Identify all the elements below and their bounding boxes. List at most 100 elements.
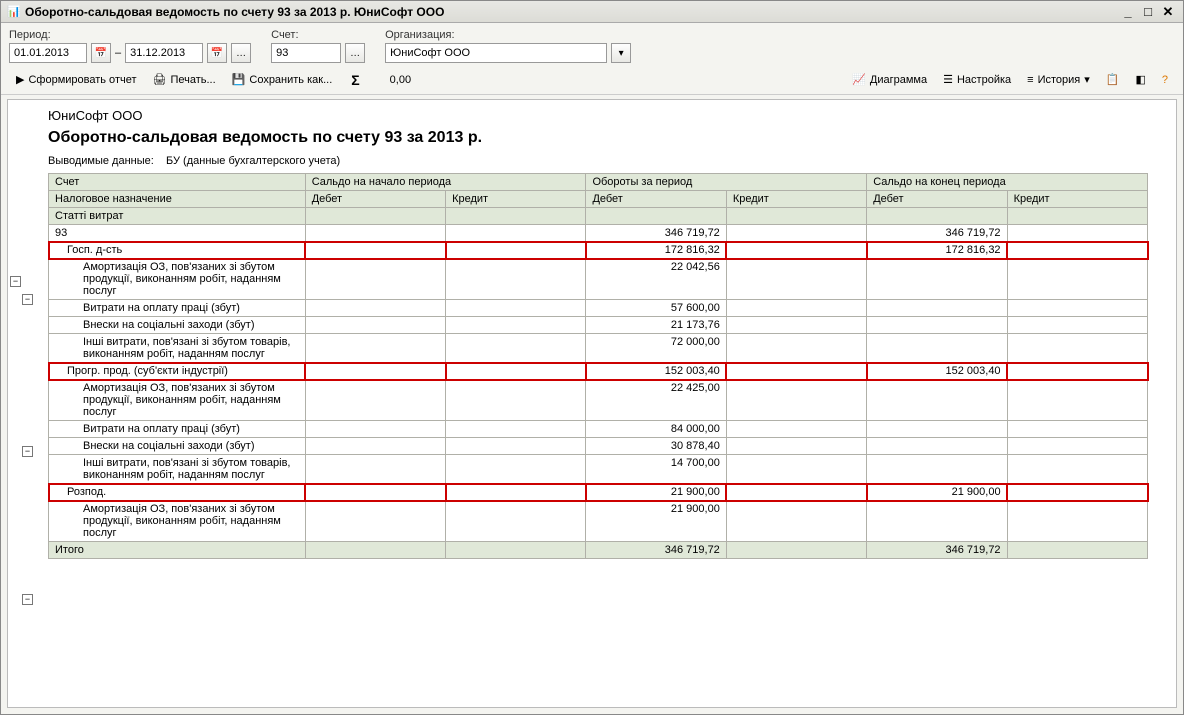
table-row[interactable]: 93346 719,72346 719,72	[49, 225, 1148, 242]
row-value	[867, 334, 1007, 363]
row-name: Витрати на оплату праці (збут)	[49, 421, 306, 438]
row-name: Прогр. прод. (суб'єкти індустрії)	[49, 363, 306, 380]
row-value: 30 878,40	[586, 438, 726, 455]
history-button[interactable]: ≡ История ▾	[1020, 69, 1097, 90]
print-button[interactable]: 🖨 Печать...	[146, 69, 223, 90]
report-area[interactable]: − − − − ЮниСофт ООО Оборотно-сальдовая в…	[7, 99, 1177, 708]
row-value	[726, 438, 866, 455]
filter-bar: Период: 01.01.2013 📅 – 31.12.2013 📅 … Сч…	[1, 23, 1183, 65]
date-separator: –	[115, 47, 121, 59]
col-end-debit: Дебет	[867, 191, 1007, 208]
table-row[interactable]: Амортизація ОЗ, пов'язаних зі збутом про…	[49, 501, 1148, 542]
table-row[interactable]: Амортизація ОЗ, пов'язаних зі збутом про…	[49, 259, 1148, 300]
row-value: 346 719,72	[867, 225, 1007, 242]
org-dropdown-button[interactable]: ▾	[611, 43, 631, 63]
row-value	[867, 421, 1007, 438]
date-to-input[interactable]: 31.12.2013	[125, 43, 203, 63]
date-to-picker-button[interactable]: 📅	[207, 43, 227, 63]
row-value: 21 900,00	[867, 484, 1007, 501]
table-row[interactable]: Внески на соціальні заходи (збут)21 173,…	[49, 317, 1148, 334]
row-value: 152 003,40	[586, 363, 726, 380]
tool-icon-2[interactable]: ◧	[1128, 69, 1152, 90]
row-value	[305, 421, 445, 438]
row-value	[726, 455, 866, 484]
row-value	[446, 242, 586, 259]
row-value	[726, 334, 866, 363]
period-more-button[interactable]: …	[231, 43, 251, 63]
row-value	[726, 380, 866, 421]
account-more-button[interactable]: …	[345, 43, 365, 63]
window-title: Оборотно-сальдовая ведомость по счету 93…	[25, 5, 1117, 19]
row-value	[305, 380, 445, 421]
row-value: 22 425,00	[586, 380, 726, 421]
row-value	[1007, 317, 1147, 334]
row-value	[867, 300, 1007, 317]
row-value	[1007, 242, 1147, 259]
row-value	[726, 225, 866, 242]
col-end-credit: Кредит	[1007, 191, 1147, 208]
row-value	[446, 380, 586, 421]
table-row[interactable]: Розпод. 21 900,00 21 900,00	[49, 484, 1148, 501]
account-input[interactable]: 93	[271, 43, 341, 63]
maximize-button[interactable]: □	[1139, 4, 1157, 20]
row-value	[446, 334, 586, 363]
sum-sign: Σ	[351, 72, 359, 88]
col-account: Счет	[49, 174, 306, 191]
row-value	[446, 259, 586, 300]
col-begin-credit: Кредит	[446, 191, 586, 208]
tool-icon-1[interactable]: 📋	[1099, 69, 1127, 90]
table-row[interactable]: Витрати на оплату праці (збут)84 000,00	[49, 421, 1148, 438]
row-value: 172 816,32	[867, 242, 1007, 259]
row-value	[446, 363, 586, 380]
row-value	[1007, 438, 1147, 455]
outline-toggle[interactable]: −	[10, 276, 21, 287]
table-row[interactable]: Інші витрати, пов'язані зі збутом товарі…	[49, 334, 1148, 363]
row-value	[305, 455, 445, 484]
table-row[interactable]: Внески на соціальні заходи (збут)30 878,…	[49, 438, 1148, 455]
output-data-line: Выводимые данные: БУ (данные бухгалтерск…	[48, 153, 1176, 173]
outline-toggle[interactable]: −	[22, 594, 33, 605]
outline-toggle[interactable]: −	[22, 294, 33, 305]
table-row[interactable]: Інші витрати, пов'язані зі збутом товарі…	[49, 455, 1148, 484]
outline-toggle[interactable]: −	[22, 446, 33, 457]
row-name: Розпод.	[49, 484, 306, 501]
row-value	[446, 438, 586, 455]
row-value	[1007, 501, 1147, 542]
form-report-button[interactable]: ▶ Сформировать отчет	[9, 69, 144, 90]
row-name: Амортизація ОЗ, пов'язаних зі збутом про…	[49, 259, 306, 300]
table-row[interactable]: Госп. д-сть172 816,32172 816,32	[49, 242, 1148, 259]
row-value: 57 600,00	[586, 300, 726, 317]
diagram-button[interactable]: 📈 Диаграмма	[845, 69, 934, 90]
row-value	[1007, 363, 1147, 380]
table-row[interactable]: Амортизація ОЗ, пов'язаних зі збутом про…	[49, 380, 1148, 421]
row-name: Витрати на оплату праці (збут)	[49, 300, 306, 317]
save-as-button[interactable]: 💾 Сохранить как...	[225, 69, 340, 90]
settings-button[interactable]: ☰ Настройка	[936, 69, 1018, 90]
date-from-input[interactable]: 01.01.2013	[9, 43, 87, 63]
account-label: Счет:	[271, 29, 365, 41]
minimize-button[interactable]: _	[1119, 4, 1137, 20]
row-value: 72 000,00	[586, 334, 726, 363]
row-value	[305, 501, 445, 542]
row-value	[446, 317, 586, 334]
close-button[interactable]: ✕	[1159, 4, 1177, 20]
row-name: Інші витрати, пов'язані зі збутом товарі…	[49, 455, 306, 484]
report-title: Оборотно-сальдовая ведомость по счету 93…	[48, 125, 1176, 153]
app-icon: 📊	[7, 5, 21, 19]
table-row[interactable]: Витрати на оплату праці (збут) 57 600,00	[49, 300, 1148, 317]
row-value: 152 003,40	[867, 363, 1007, 380]
col-turn-debit: Дебет	[586, 191, 726, 208]
org-input[interactable]: ЮниСофт ООО	[385, 43, 607, 63]
col-begin: Сальдо на начало периода	[305, 174, 586, 191]
help-button[interactable]: ?	[1155, 70, 1175, 90]
row-value	[446, 455, 586, 484]
table-row[interactable]: Прогр. прод. (суб'єкти індустрії) 152 003…	[49, 363, 1148, 380]
row-value: 21 900,00	[586, 484, 726, 501]
row-value	[446, 484, 586, 501]
row-value	[305, 300, 445, 317]
row-value: 14 700,00	[586, 455, 726, 484]
toolbar: ▶ Сформировать отчет 🖨 Печать... 💾 Сохра…	[1, 65, 1183, 95]
date-from-picker-button[interactable]: 📅	[91, 43, 111, 63]
col-tax: Налоговое назначение	[49, 191, 306, 208]
col-end: Сальдо на конец периода	[867, 174, 1148, 191]
